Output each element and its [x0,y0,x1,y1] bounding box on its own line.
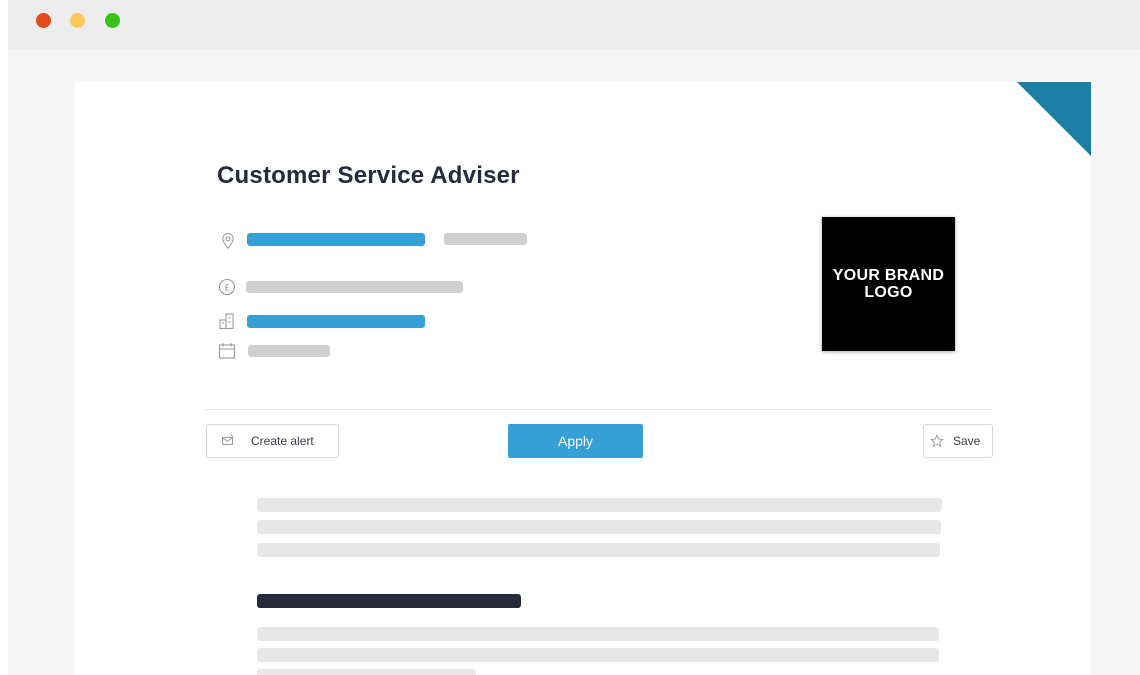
window-titlebar [8,0,1140,50]
apply-button[interactable]: Apply [508,424,643,458]
envelope-alert-icon [222,434,234,445]
maximize-window-button[interactable] [105,13,120,28]
description-line [257,498,942,512]
save-label: Save [953,434,981,448]
job-listing-card: Customer Service Adviser £ YOUR BRAND LO… [75,82,1091,675]
corner-ribbon [1017,82,1091,156]
description-line [257,627,939,641]
close-window-button[interactable] [36,13,51,28]
location-pin-icon [218,231,238,251]
brand-logo: YOUR BRAND LOGO [822,217,955,351]
star-icon [930,434,944,448]
brand-logo-text: YOUR BRAND LOGO [832,267,945,301]
building-icon [217,311,237,331]
location-placeholder [247,233,425,246]
description-line [257,520,941,534]
browser-window: Customer Service Adviser £ YOUR BRAND LO… [8,0,1140,675]
description-line [257,648,939,662]
sector-placeholder [247,315,425,328]
svg-text:£: £ [224,284,230,294]
pound-coin-icon: £ [217,277,237,297]
save-button[interactable]: Save [923,424,993,458]
create-alert-button[interactable]: Create alert [206,424,339,458]
description-line [257,669,476,675]
job-title: Customer Service Adviser [217,162,520,189]
location-detail-placeholder [444,233,527,245]
date-placeholder [248,345,330,357]
minimize-window-button[interactable] [70,13,85,28]
apply-label: Apply [557,433,594,449]
create-alert-label: Create alert [251,434,314,448]
calendar-icon [217,341,237,361]
divider [205,409,992,410]
description-line [257,543,940,557]
salary-placeholder [246,281,463,293]
section-heading-placeholder [257,594,521,608]
